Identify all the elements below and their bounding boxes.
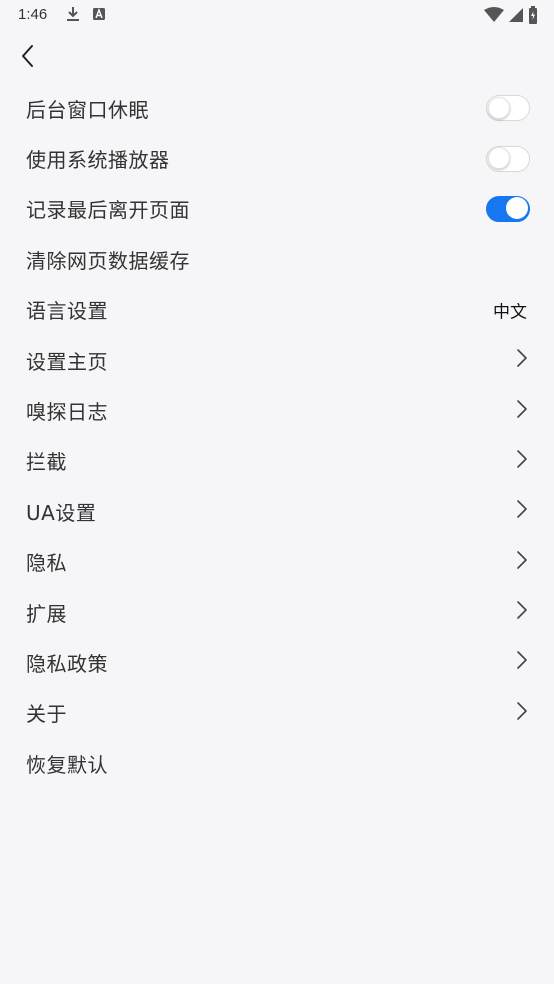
cell-signal-icon: [508, 7, 524, 27]
toggle-switch[interactable]: [486, 145, 530, 172]
settings-row-label: 关于: [26, 702, 67, 727]
chevron-right-icon: [516, 348, 527, 372]
toggle-knob: [488, 96, 510, 119]
settings-row-label: 嗅探日志: [26, 400, 108, 425]
settings-row[interactable]: 拦截: [0, 436, 554, 486]
settings-row[interactable]: 关于: [0, 688, 554, 738]
settings-row-label: 后台窗口休眠: [26, 97, 149, 122]
status-left-icons: [66, 6, 106, 26]
settings-row[interactable]: 隐私政策: [0, 637, 554, 687]
status-right-icons: [484, 6, 538, 28]
settings-row[interactable]: 记录最后离开页面: [0, 184, 554, 234]
settings-row-label: 恢复默认: [26, 752, 108, 777]
settings-row[interactable]: UA设置: [0, 486, 554, 536]
toggle-knob: [488, 147, 510, 170]
settings-row[interactable]: 扩展: [0, 587, 554, 637]
settings-row[interactable]: 隐私: [0, 537, 554, 587]
settings-row-value: 中文: [493, 302, 527, 323]
settings-row-control: 中文: [493, 297, 527, 323]
settings-row-control: [516, 348, 527, 372]
settings-row[interactable]: 后台窗口休眠: [0, 83, 554, 133]
settings-row-control: [516, 550, 527, 574]
toggle-switch[interactable]: [486, 195, 530, 222]
chevron-right-icon: [516, 550, 527, 574]
status-time: 1:46: [18, 6, 48, 23]
settings-row-label: 清除网页数据缓存: [26, 248, 190, 273]
settings-row[interactable]: 设置主页: [0, 335, 554, 385]
settings-row-label: 隐私: [26, 551, 67, 576]
settings-row-control: [482, 145, 530, 172]
settings-row-label: 记录最后离开页面: [26, 198, 190, 223]
chevron-right-icon: [516, 499, 527, 523]
battery-icon: [528, 6, 538, 28]
settings-row-control: [482, 95, 530, 122]
settings-row-control: [516, 650, 527, 674]
settings-row[interactable]: 清除网页数据缓存: [0, 234, 554, 284]
settings-row[interactable]: 恢复默认: [0, 738, 554, 788]
settings-row-label: 拦截: [26, 450, 67, 475]
a-badge-icon: [92, 6, 106, 26]
settings-row-label: 扩展: [26, 601, 67, 626]
settings-row-control: [516, 449, 527, 473]
settings-row-control: [516, 499, 527, 523]
settings-row-label: 设置主页: [26, 349, 108, 374]
download-icon: [66, 6, 80, 26]
chevron-left-icon: [20, 44, 36, 72]
settings-row[interactable]: 嗅探日志: [0, 385, 554, 435]
chevron-right-icon: [516, 701, 527, 725]
chevron-right-icon: [516, 600, 527, 624]
settings-row-control: [482, 195, 530, 222]
back-button[interactable]: [14, 44, 42, 72]
settings-row-label: 使用系统播放器: [26, 148, 170, 173]
chevron-right-icon: [516, 399, 527, 423]
settings-row-control: [516, 701, 527, 725]
settings-row-control: [516, 399, 527, 423]
wifi-icon: [484, 7, 504, 27]
settings-row-label: 语言设置: [26, 299, 108, 324]
chevron-right-icon: [516, 449, 527, 473]
settings-list: 后台窗口休眠 使用系统播放器 记录最后离开页面 清除网页数据缓存 语言设置 中文设置主页嗅…: [0, 83, 554, 788]
settings-row[interactable]: 使用系统播放器: [0, 133, 554, 183]
toggle-switch[interactable]: [486, 95, 530, 122]
toggle-knob: [506, 197, 528, 220]
settings-row-label: UA设置: [26, 500, 97, 525]
settings-row[interactable]: 语言设置 中文: [0, 285, 554, 335]
settings-row-control: [516, 600, 527, 624]
chevron-right-icon: [516, 650, 527, 674]
settings-row-label: 隐私政策: [26, 651, 108, 676]
status-bar: 1:46: [0, 0, 554, 30]
